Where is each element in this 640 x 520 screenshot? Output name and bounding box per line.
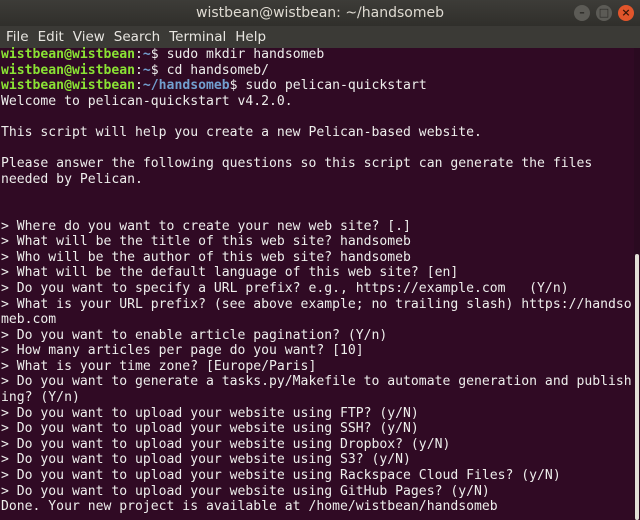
output-line: Please answer the following questions so… [1,156,593,172]
window-title: wistbean@wistbean: ~/handsomeb [196,5,444,21]
prompt-symbol: $ [150,47,159,62]
output-line: > Do you want to upload your website usi… [1,436,451,452]
scrollbar[interactable] [634,48,640,520]
menu-terminal[interactable]: Terminal [169,29,226,45]
output-line: > Do you want to upload your website usi… [1,405,419,421]
output-line: > Do you want to upload your website usi… [1,483,490,499]
output-line: > What is your time zone? [Europe/Paris] [1,358,317,374]
output-line: > Where do you want to create your new w… [1,218,411,234]
terminal-window: wistbean@wistbean: ~/handsomeb – □ × Fil… [0,0,640,520]
prompt-user: wistbean@wistbean [1,47,136,62]
title-bar[interactable]: wistbean@wistbean: ~/handsomeb – □ × [0,0,640,26]
output-line: > How many articles per page do you want… [1,343,364,359]
menu-file[interactable]: File [6,29,29,45]
prompt-separator: : [135,47,143,62]
prompt-symbol: $ [150,62,159,78]
close-icon[interactable]: × [618,5,634,21]
prompt-command: cd handsomeb/ [158,62,270,78]
prompt-line: wistbean@wistbean:~$ cd handsomeb/ [1,63,633,79]
menu-edit[interactable]: Edit [38,29,64,45]
minimize-icon[interactable]: – [574,5,590,21]
output-line: Done. Your new project is available at /… [1,499,498,515]
prompt-symbol: $ [229,78,238,94]
output-line: ing? (Y/n) [1,390,80,406]
output-line: > Do you want to upload your website usi… [1,421,419,437]
output-line: > Who will be the author of this web sit… [1,249,411,265]
prompt-path: ~ [142,62,151,78]
output-line: > Do you want to generate a tasks.py/Mak… [1,374,632,390]
output-line: meb.com [1,312,57,328]
output-line: > Do you want to enable article paginati… [1,327,388,343]
output-line: Welcome to pelican-quickstart v4.2.0. [1,93,293,109]
prompt-separator: : [135,62,143,78]
menu-help[interactable]: Help [235,29,266,45]
prompt-user: wistbean@wistbean [1,62,136,78]
scrollbar-thumb[interactable] [635,254,639,520]
prompt-separator: : [135,78,143,94]
menu-view[interactable]: View [73,29,105,45]
prompt-path: ~/handsomeb [142,78,230,94]
prompt-command: sudo pelican-quickstart [237,78,427,94]
output-line: This script will help you create a new P… [1,124,482,140]
output-line: > What will be the title of this web sit… [1,234,411,250]
output-line: > What is your URL prefix? (see above ex… [1,296,632,312]
maximize-icon[interactable]: □ [596,5,612,21]
prompt-command: sudo mkdir handsomeb [158,47,325,62]
output-line: > What will be the default language of t… [1,265,459,281]
menu-bar: File Edit View Search Terminal Help [0,26,640,48]
menu-search[interactable]: Search [114,29,160,45]
prompt-user: wistbean@wistbean [1,78,136,94]
output-line: > Do you want to upload your website usi… [1,468,561,484]
prompt-line: wistbean@wistbean:~/handsomeb$ sudo peli… [1,78,633,94]
prompt-path: ~ [142,47,151,62]
window-controls: – □ × [574,5,634,21]
prompt-line: wistbean@wistbean:~$ sudo mkdir handsome… [1,47,633,63]
output-line: > Do you want to upload your website usi… [1,452,411,468]
terminal-output[interactable]: wistbean@wistbean:~$ sudo mkdir handsome… [1,47,633,520]
output-line: needed by Pelican. [1,171,143,187]
output-line: > Do you want to specify a URL prefix? e… [1,280,569,296]
